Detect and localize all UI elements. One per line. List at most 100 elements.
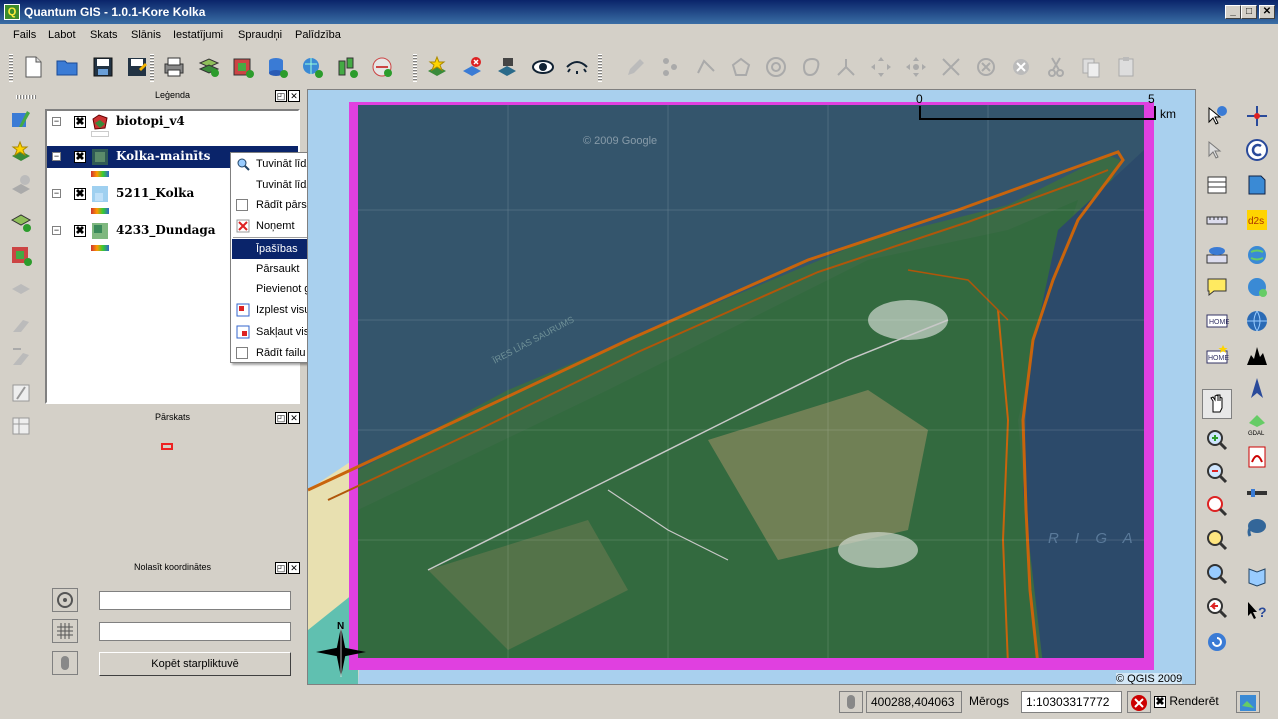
new-vector-layer-icon[interactable] — [423, 53, 451, 81]
map-canvas[interactable]: 0 5 km © 2009 Google R I G A ĪRES LĪAS S… — [307, 89, 1196, 685]
grid-crs-button[interactable] — [52, 619, 78, 643]
toggle-coords-button[interactable] — [839, 691, 863, 713]
collapse-toggle[interactable]: − — [52, 152, 61, 161]
add-vector-icon[interactable] — [6, 207, 36, 237]
globe-connect-icon[interactable] — [1242, 306, 1272, 336]
attribute-table-icon[interactable] — [1202, 170, 1232, 200]
add-wms-layer-icon[interactable] — [298, 53, 326, 81]
toolbar-grip[interactable] — [9, 54, 13, 82]
georeferencer-icon[interactable] — [1242, 101, 1272, 131]
toolbar-grip[interactable] — [16, 95, 36, 99]
scale-input[interactable]: 1:10303317772 — [1021, 691, 1122, 713]
pdf-export-icon[interactable] — [1242, 442, 1272, 472]
menu-labot[interactable]: Labot — [48, 29, 76, 41]
projection-button[interactable] — [1236, 691, 1260, 713]
zoom-last-icon[interactable] — [1202, 593, 1232, 623]
menu-spraudni[interactable]: Spraudņi — [238, 29, 282, 41]
menu-slanis[interactable]: Slānis — [131, 29, 161, 41]
add-vector-layer-icon[interactable] — [195, 53, 223, 81]
north-arrow-tool-icon[interactable] — [1242, 373, 1272, 403]
layer-name[interactable]: 5211_Kolka — [116, 186, 194, 200]
zoom-full-icon[interactable] — [1202, 491, 1232, 521]
new-project-icon[interactable] — [19, 53, 47, 81]
plugin-manager-icon[interactable] — [1242, 478, 1272, 508]
zoom-to-layer-icon[interactable] — [1202, 559, 1232, 589]
add-postgis-layer-icon[interactable] — [263, 53, 291, 81]
globe-download-icon[interactable] — [1242, 272, 1272, 302]
collapse-toggle[interactable]: − — [52, 117, 61, 126]
zoom-out-icon[interactable] — [1202, 458, 1232, 488]
postgis-elephant-icon[interactable] — [1242, 511, 1272, 541]
zoom-in-icon[interactable] — [1202, 425, 1232, 455]
save-as-icon[interactable] — [123, 53, 151, 81]
layer-visibility-checkbox[interactable]: ✖ — [74, 116, 86, 128]
layer-name[interactable]: biotopi_v4 — [116, 114, 185, 128]
checkbox-icon[interactable] — [236, 199, 248, 211]
toolbar-grip[interactable] — [413, 54, 417, 82]
layer-visibility-checkbox[interactable]: ✖ — [74, 225, 86, 237]
close-button[interactable]: ✕ — [1259, 5, 1275, 19]
pan-map-icon[interactable] — [1202, 389, 1232, 419]
coordinate-x-field[interactable] — [99, 591, 291, 610]
histogram-icon[interactable] — [1242, 340, 1272, 370]
collapse-toggle[interactable]: − — [52, 189, 61, 198]
menu-skats[interactable]: Skats — [90, 29, 118, 41]
map-tips-icon[interactable] — [1202, 272, 1232, 302]
copy-to-clipboard-button[interactable]: Kopēt starpliktuvē — [99, 652, 291, 676]
save-project-icon[interactable] — [89, 53, 117, 81]
refresh-icon[interactable] — [1202, 627, 1232, 657]
open-project-icon[interactable] — [53, 53, 81, 81]
toolbar-grip[interactable] — [598, 54, 602, 82]
layer-name[interactable]: Kolka-mainīts — [116, 149, 210, 163]
layer-name[interactable]: 4233_Dundaga — [116, 223, 216, 237]
whats-this-icon[interactable]: ? — [1242, 596, 1272, 626]
capture-coordinate-button[interactable] — [52, 588, 78, 612]
stop-render-button[interactable] — [1127, 691, 1151, 713]
panel-close-button[interactable]: ✕ — [288, 562, 300, 574]
add-raster-icon[interactable] — [6, 240, 36, 270]
remove-layer-icon[interactable] — [458, 53, 486, 81]
show-all-layers-icon[interactable] — [529, 53, 557, 81]
track-mouse-button[interactable] — [52, 651, 78, 675]
coordinate-y-field[interactable] — [99, 622, 291, 641]
digitize-icon[interactable] — [6, 104, 36, 134]
render-toggle[interactable]: ✖ Renderēt — [1152, 691, 1232, 713]
checkbox-icon[interactable] — [236, 347, 248, 359]
measure-area-icon[interactable] — [1202, 240, 1232, 270]
select-features-icon[interactable] — [1202, 135, 1232, 165]
layer-visibility-checkbox[interactable]: ✖ — [74, 188, 86, 200]
help-book-icon[interactable] — [1242, 562, 1272, 592]
zoom-to-selection-icon[interactable] — [1202, 525, 1232, 555]
menu-iestatijumi[interactable]: Iestatījumi — [173, 29, 223, 41]
layer-visibility-checkbox[interactable]: ✖ — [74, 151, 86, 163]
panel-close-button[interactable]: ✕ — [288, 412, 300, 424]
add-wfs-layer-icon[interactable] — [368, 53, 396, 81]
toolbar-grip[interactable] — [150, 54, 154, 82]
in-overview-icon[interactable] — [493, 53, 521, 81]
new-bookmark-icon[interactable]: HOME — [1202, 340, 1232, 370]
legend-layer-row[interactable]: − ✖ biotopi_v4 — [47, 111, 298, 133]
panel-float-button[interactable]: ◰ — [275, 90, 287, 102]
gdal-tools-icon[interactable]: GDAL — [1242, 410, 1272, 440]
measure-line-icon[interactable] — [1202, 205, 1232, 235]
home-bookmark-icon[interactable]: HOME — [1202, 306, 1232, 336]
panel-close-button[interactable]: ✕ — [288, 90, 300, 102]
panel-float-button[interactable]: ◰ — [275, 562, 287, 574]
minimize-button[interactable]: _ — [1225, 5, 1241, 19]
collapse-toggle[interactable]: − — [52, 226, 61, 235]
overview-map[interactable] — [45, 428, 300, 558]
identify-features-icon[interactable] — [1202, 101, 1232, 131]
add-spatialite-layer-icon[interactable] — [333, 53, 361, 81]
copyright-label-icon[interactable] — [1242, 135, 1272, 165]
menu-palidziba[interactable]: Palīdzība — [295, 29, 341, 41]
render-checkbox[interactable]: ✖ — [1154, 696, 1166, 708]
gps-tools-icon[interactable] — [1242, 170, 1272, 200]
add-raster-layer-icon[interactable] — [229, 53, 257, 81]
panel-float-button[interactable]: ◰ — [275, 412, 287, 424]
new-shapefile-icon[interactable] — [6, 137, 36, 167]
menu-fails[interactable]: Fails — [13, 29, 36, 41]
globe-wms-icon[interactable] — [1242, 240, 1272, 270]
dxf2shp-icon[interactable]: d2s — [1242, 205, 1272, 235]
hide-all-layers-icon[interactable] — [563, 53, 591, 81]
maximize-button[interactable]: □ — [1241, 5, 1257, 19]
